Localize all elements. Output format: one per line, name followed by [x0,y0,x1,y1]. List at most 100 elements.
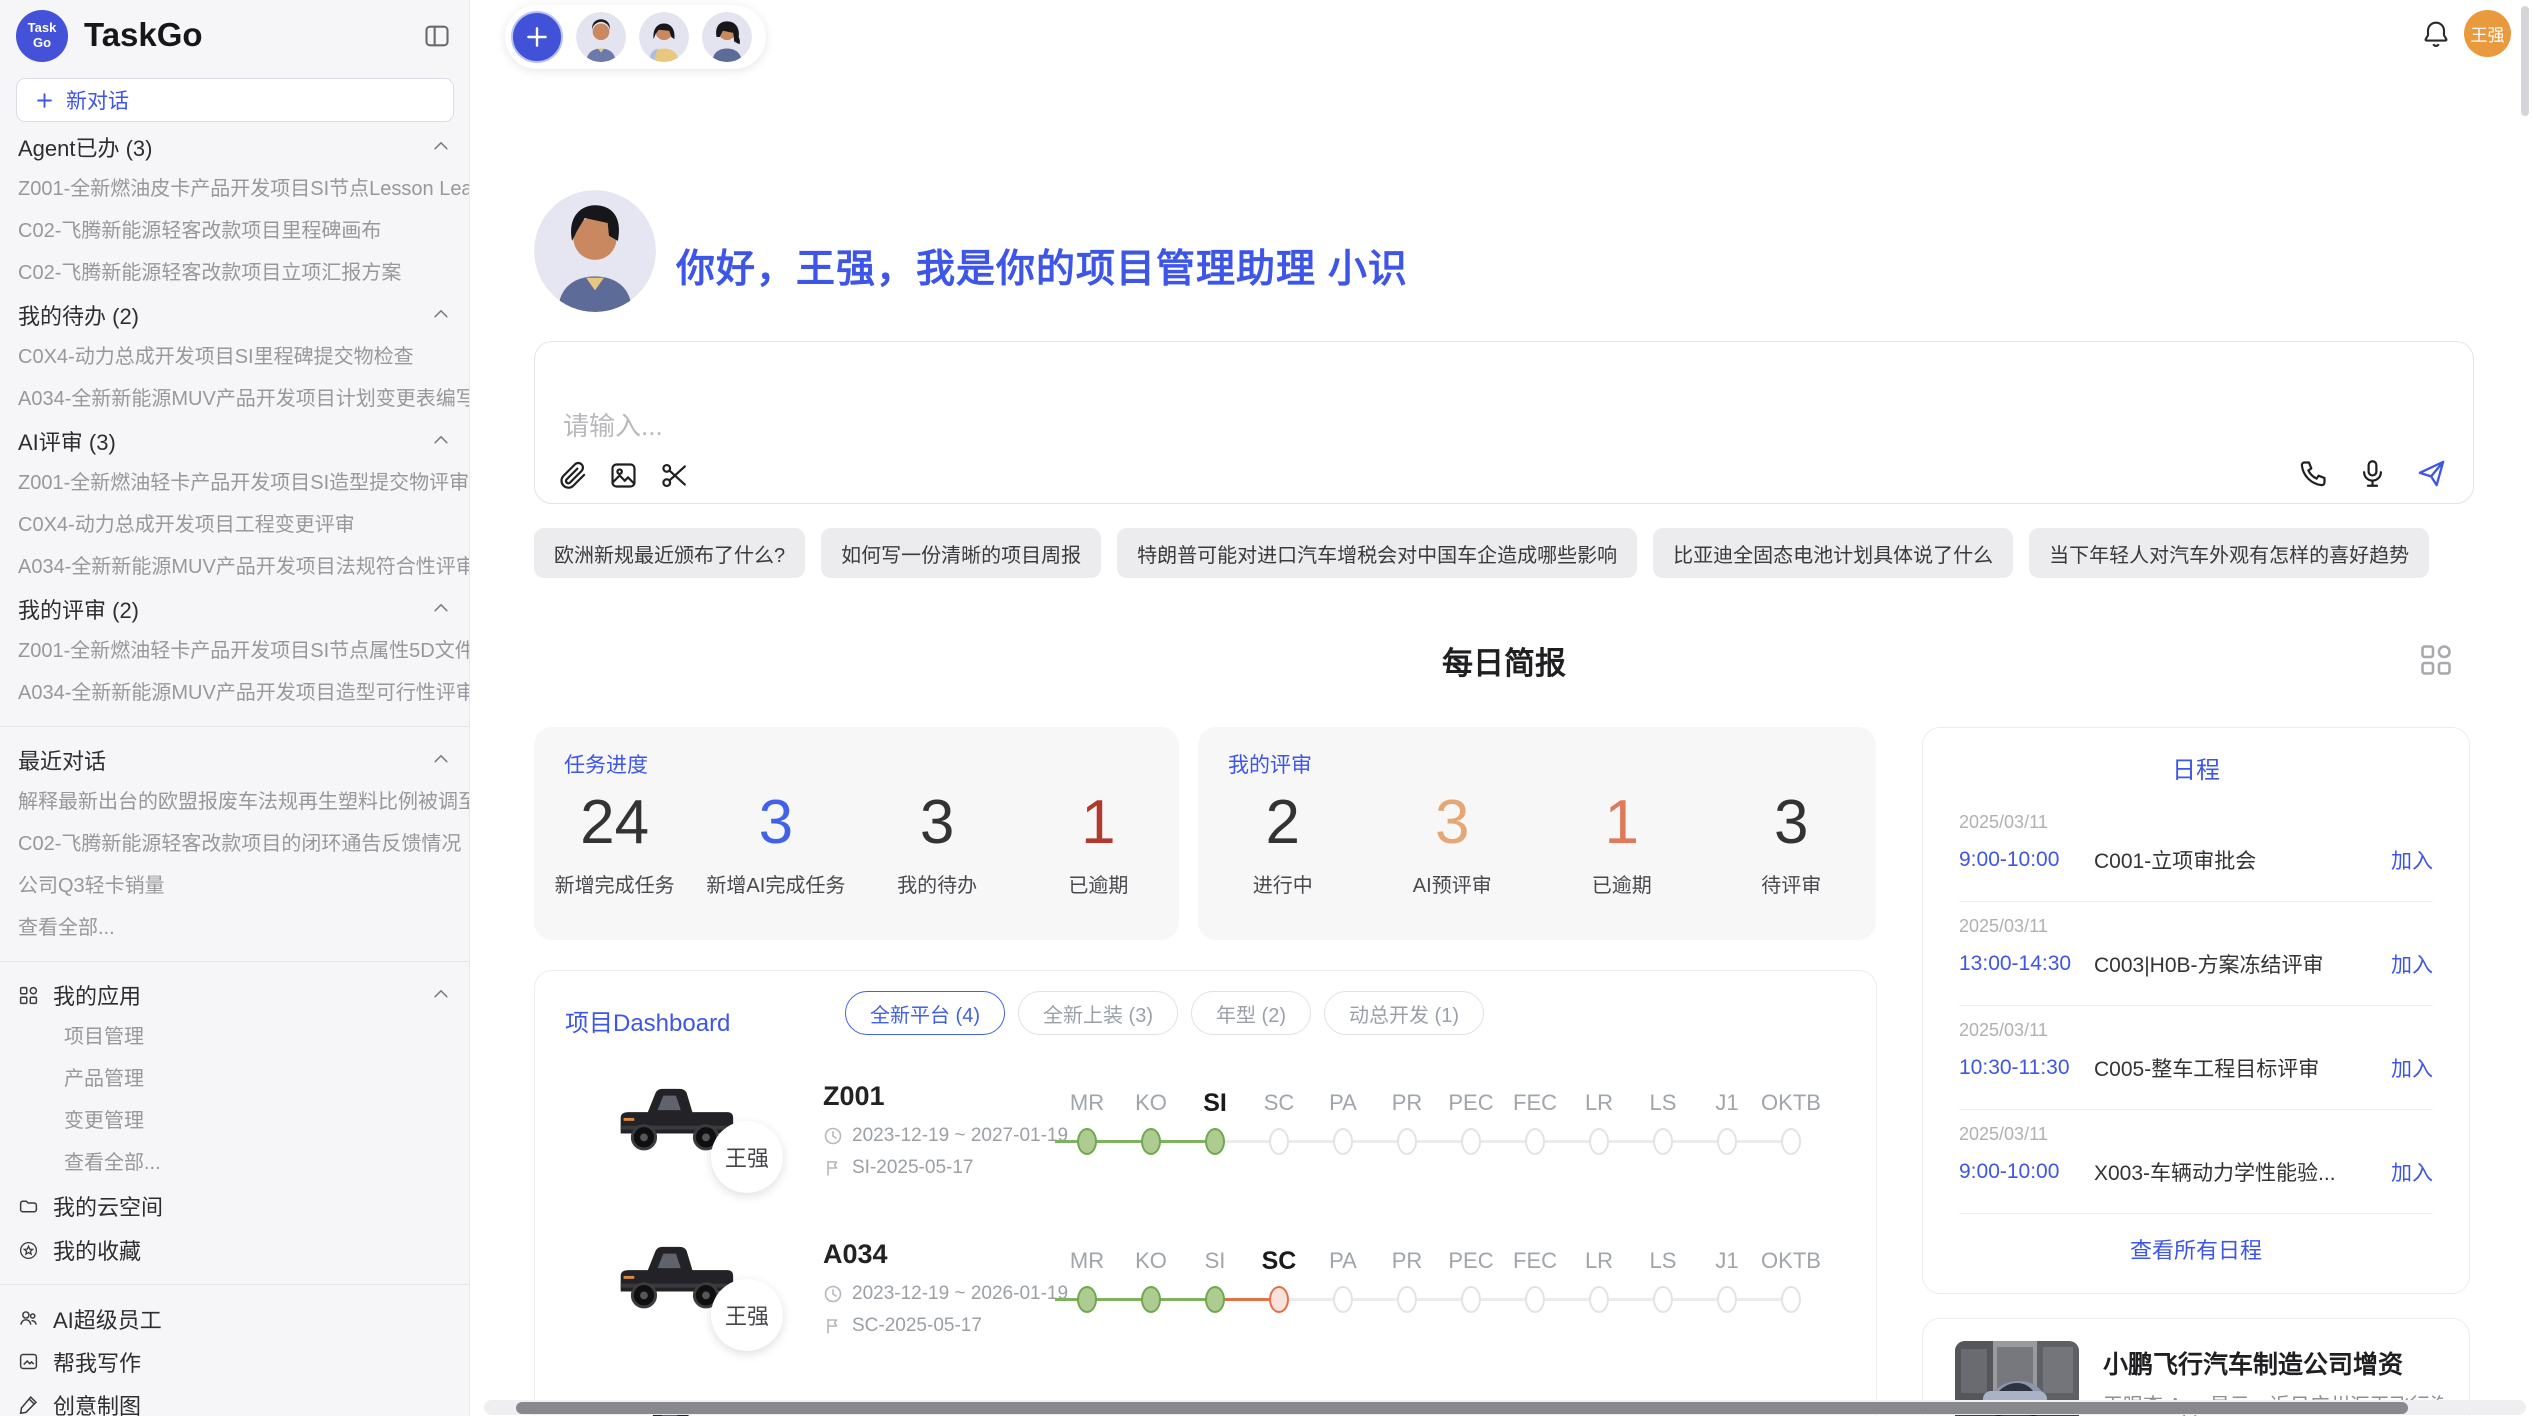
schedule-item: 2025/03/11 9:00-10:00 X003-车辆动力学性能验... 加… [1959,1110,2433,1214]
user-avatar[interactable]: 王强 [2464,10,2511,57]
sidebar-section-label: 我的待办 (2) [18,299,139,331]
milestone-node [1589,1286,1609,1313]
view-all-schedule-link[interactable]: 查看所有日程 [1923,1233,2469,1265]
project-rows: 王强 Z001 2023-12-19 ~ 2027-01-19 SI-2025-… [535,1055,1876,1416]
dashboard-filter-tab[interactable]: 全新上装 (3) [1018,991,1178,1035]
milestone-node [1205,1128,1225,1155]
suggestion-chip[interactable]: 如何写一份清晰的项目周报 [821,528,1101,578]
milestone: KO [1119,1243,1183,1319]
sidebar-section-header[interactable]: 我的评审 (2) [0,588,469,630]
add-agent-button[interactable] [511,11,563,63]
sidebar-collapse-icon[interactable] [423,22,451,50]
attachment-icon[interactable] [557,460,588,491]
avatar[interactable] [639,12,689,62]
sidebar-item[interactable]: C02-飞腾新能源轻客改款项目里程碑画布 [0,210,469,252]
greeting-text: 你好，王强，我是你的项目管理助理 小识 [676,238,1408,294]
milestone: SI [1183,1085,1247,1161]
milestone-track [1119,1121,1183,1161]
vertical-scrollbar-thumb[interactable] [2521,6,2529,116]
send-icon[interactable] [2416,458,2447,489]
user-name: 王强 [2471,21,2505,46]
project-owner-name: 王强 [725,1141,769,1173]
sidebar-item[interactable]: A034-全新新能源MUV产品开发项目造型可行性评审 [0,672,469,714]
milestone-node [1781,1286,1801,1313]
sidebar-item[interactable]: 公司Q3轻卡销量 [0,865,469,907]
project-row[interactable]: 王强 A034 2023-12-19 ~ 2026-01-19 SC-2025-… [535,1213,1876,1371]
dashboard-grid-icon[interactable] [2418,642,2454,678]
stat-value: 3 [1368,787,1538,859]
milestone-label: J1 [1695,1085,1759,1121]
sidebar-item[interactable]: C02-飞腾新能源轻客改款项目立项汇报方案 [0,252,469,294]
sidebar-item[interactable]: C02-飞腾新能源轻客改款项目的闭环通告反馈情况 [0,823,469,865]
milestone: PR [1375,1085,1439,1161]
sidebar-item[interactable]: A034-全新新能源MUV产品开发项目计划变更表编写 [0,378,469,420]
milestone: SI [1183,1243,1247,1319]
milestone-label: LS [1631,1243,1695,1279]
image-icon[interactable] [608,460,639,491]
milestone: FEC [1503,1085,1567,1161]
sidebar-item-ai-staff[interactable]: AI超级员工 [0,1297,469,1340]
sidebar-item[interactable]: C0X4-动力总成开发项目工程变更评审 [0,504,469,546]
sidebar-item[interactable]: Z001-全新燃油皮卡产品开发项目SI节点Lesson Learn报告 [0,168,469,210]
sidebar-item[interactable]: A034-全新新能源MUV产品开发项目法规符合性评审 [0,546,469,588]
sidebar-item[interactable]: C0X4-动力总成开发项目SI里程碑提交物检查 [0,336,469,378]
sidebar-section-header[interactable]: 我的待办 (2) [0,294,469,336]
sidebar-section-header[interactable]: AI评审 (3) [0,420,469,462]
stat: 3 待评审 [1707,787,1877,898]
sidebar-item-label: AI超级员工 [53,1303,162,1335]
new-chat-button[interactable]: 新对话 [16,78,454,122]
drawing-icon [18,1394,39,1415]
sidebar-app-item[interactable]: 产品管理 [0,1058,469,1100]
stat-value: 3 [695,787,856,859]
sidebar-app-item[interactable]: 变更管理 [0,1100,469,1142]
phone-icon[interactable] [2298,458,2329,489]
milestone-label: PA [1311,1085,1375,1121]
avatar[interactable] [576,12,626,62]
dashboard-filter-tab[interactable]: 动总开发 (1) [1324,991,1484,1035]
milestone-node [1077,1286,1097,1313]
join-link[interactable]: 加入 [2391,1053,2433,1083]
dashboard-filter-tab[interactable]: 全新平台 (4) [845,991,1005,1035]
project-owner-name: 王强 [725,1299,769,1331]
project-flag-label: SC-2025-05-17 [852,1315,982,1337]
scissors-icon[interactable] [659,460,690,491]
suggestion-chip[interactable]: 欧洲新规最近颁布了什么? [534,528,805,578]
join-link[interactable]: 加入 [2391,845,2433,875]
suggestion-chip[interactable]: 当下年轻人对汽车外观有怎样的喜好趋势 [2029,528,2429,578]
milestone-track [1311,1279,1375,1319]
sidebar-item-writing[interactable]: 帮我写作 [0,1340,469,1383]
schedule-item: 2025/03/11 10:30-11:30 C005-整车工程目标评审 加入 [1959,1006,2433,1110]
sidebar-item[interactable]: 查看全部... [0,907,469,949]
flag-icon [823,1316,843,1336]
microphone-icon[interactable] [2357,458,2388,489]
sidebar-item-drawing[interactable]: 创意制图 [0,1383,469,1416]
sidebar-app-item[interactable]: 项目管理 [0,1016,469,1058]
suggestion-chip[interactable]: 比亚迪全固态电池计划具体说了什么 [1653,528,2013,578]
sidebar-section-header[interactable]: 最近对话 [0,739,469,781]
milestone-track [1055,1121,1119,1161]
avatar[interactable] [702,12,752,62]
stat: 1 已逾期 [1018,787,1179,898]
bell-icon[interactable] [2420,18,2452,50]
milestone-node [1525,1286,1545,1313]
milestone: OKTB [1759,1243,1823,1319]
sidebar-item-favorites[interactable]: 我的收藏 [0,1228,469,1272]
suggestion-chip[interactable]: 特朗普可能对进口汽车增税会对中国车企造成哪些影响 [1117,528,1637,578]
sidebar-item[interactable]: 解释最新出台的欧盟报废车法规再生塑料比例被调至15%... [0,781,469,823]
join-link[interactable]: 加入 [2391,1157,2433,1187]
sidebar-item[interactable]: Z001-全新燃油轻卡产品开发项目SI造型提交物评审 [0,462,469,504]
project-row[interactable]: 王强 Z001 2023-12-19 ~ 2027-01-19 SI-2025-… [535,1055,1876,1213]
sidebar-app-item[interactable]: 查看全部... [0,1142,469,1184]
milestone-node [1141,1286,1161,1313]
chat-input-card[interactable]: 请输入... [534,341,2474,504]
sidebar-section-header[interactable]: Agent已办 (3) [0,126,469,168]
sidebar-item[interactable]: Z001-全新燃油轻卡产品开发项目SI节点属性5D文件评审 [0,630,469,672]
milestone: MR [1055,1085,1119,1161]
sidebar-section-my-apps[interactable]: 我的应用 [0,974,469,1016]
sidebar-section-label: Agent已办 (3) [18,131,153,163]
join-link[interactable]: 加入 [2391,949,2433,979]
dashboard-filter-tab[interactable]: 年型 (2) [1191,991,1311,1035]
input-toolbar-right [2298,458,2447,489]
sidebar-item-cloud-space[interactable]: 我的云空间 [0,1184,469,1228]
horizontal-scrollbar-thumb[interactable] [516,1402,2408,1414]
